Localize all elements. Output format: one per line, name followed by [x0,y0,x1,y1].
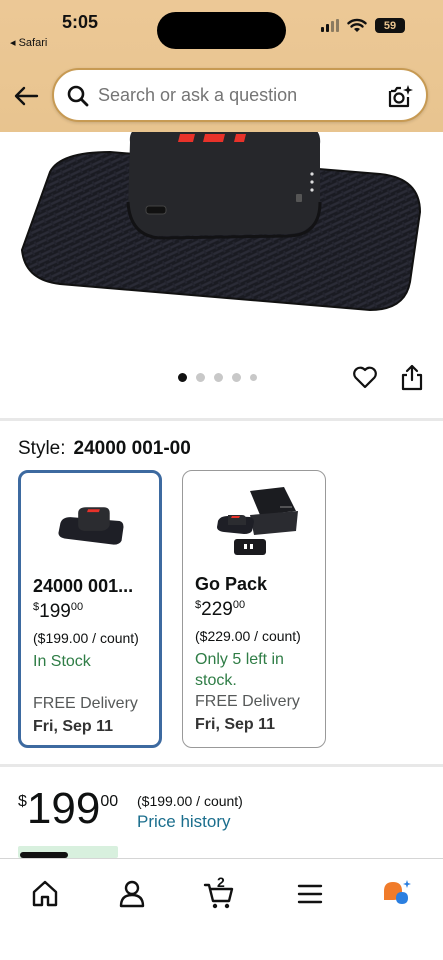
option-delivery: FREE Delivery [33,695,138,712]
heart-icon[interactable] [352,364,378,390]
section-divider [0,418,443,421]
option-date: Fri, Sep 11 [33,718,114,735]
status-time: 5:05 [62,12,99,32]
option-stock: In Stock [33,653,91,670]
back-arrow-icon[interactable] [12,82,40,110]
option-thumbnail [58,507,124,545]
cart-count: 2 [217,874,225,890]
option-price: $19900 [33,601,84,622]
cut-off-text [120,848,290,858]
carousel-dot[interactable] [232,373,241,382]
style-label: Style: [18,438,66,459]
carousel-dot[interactable] [196,373,205,382]
bottom-navigation: 2 [0,858,443,960]
option-date: Fri, Sep 11 [195,716,276,733]
option-stock: Only 5 left in stock. [195,651,284,689]
section-divider [0,764,443,767]
wifi-icon [347,18,367,32]
home-icon[interactable] [28,877,62,911]
rufus-assistant-icon[interactable] [380,877,414,911]
search-icon [67,85,89,107]
product-image[interactable] [0,132,443,362]
option-title: 24000 001... [33,576,134,596]
header: 5:05 ◂ Safari 59 [0,0,443,132]
battery-icon: 59 [375,18,405,33]
option-thumbnail [217,487,298,555]
share-icon[interactable] [399,363,425,391]
style-selector-label: Style: 24000 001-00 [18,438,191,460]
price-history-link[interactable]: Price history [137,812,231,832]
price-per-unit: ($199.00 / count) [137,793,243,809]
carousel-dot[interactable] [214,373,223,382]
carousel-dot[interactable] [250,374,257,381]
cart-button[interactable]: 2 [203,874,237,911]
option-delivery: FREE Delivery [195,693,300,710]
dynamic-island [157,12,286,49]
search-input[interactable] [98,85,378,106]
image-carousel-dots[interactable] [178,373,257,382]
account-icon[interactable] [115,877,149,911]
status-icons: 59 [321,18,405,33]
back-to-safari[interactable]: ◂ Safari [10,36,47,49]
menu-icon[interactable] [293,877,327,911]
option-unit-price: ($199.00 / count) [33,630,139,646]
style-option-go-pack[interactable]: Go Pack $22900 ($229.00 / count) Only 5 … [182,470,326,748]
style-option-24000[interactable]: 24000 001... $19900 ($199.00 / count) In… [18,470,162,748]
option-price: $22900 [195,599,246,620]
carousel-dot[interactable] [178,373,187,382]
product-price: $ 199 00 [18,784,119,833]
cellular-icon [321,19,339,32]
search-bar[interactable] [52,68,428,122]
camera-search-icon[interactable] [386,83,414,111]
style-value: 24000 001-00 [73,438,191,459]
option-unit-price: ($229.00 / count) [195,628,301,644]
option-title: Go Pack [195,574,268,594]
